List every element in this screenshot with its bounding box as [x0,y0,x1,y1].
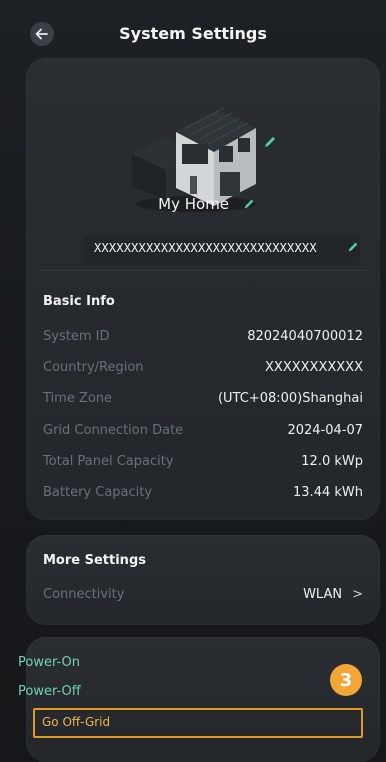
page-title: System Settings [119,24,267,43]
home-name-text: My Home [158,195,230,213]
connectivity-row[interactable]: Connectivity WLAN > [43,587,363,607]
more-settings-card: More Settings Connectivity WLAN > [26,535,380,625]
connectivity-label: Connectivity [43,587,125,602]
more-settings-title: More Settings [43,553,146,568]
power-off-button[interactable]: Power-Off [18,684,81,699]
chevron-right-icon: > [352,587,363,602]
basic-info-title: Basic Info [43,294,115,309]
row-label: Country/Region [43,360,144,375]
edit-name-icon[interactable] [242,197,256,211]
serial-number: XXXXXXXXXXXXXXXXXXXXXXXXXXXXXX [94,241,317,255]
row-label: Battery Capacity [43,485,153,500]
home-info-card: My Home XXXXXXXXXXXXXXXXXXXXXXXXXXXXXX B… [26,58,380,520]
home-name: My Home [26,195,380,213]
row-value: 12.0 kWp [301,454,363,469]
row-label: Grid Connection Date [43,423,184,438]
power-on-button[interactable]: Power-On [18,655,80,670]
row-value: 2024-04-07 [287,423,363,438]
connectivity-value-wrap: WLAN > [303,587,363,602]
divider [40,270,366,271]
info-row-system-id: System ID 82024040700012 [43,329,363,349]
row-value: (UTC+08:00)Shanghai [217,391,363,406]
info-row-battery-capacity: Battery Capacity 13.44 kWh [43,485,363,505]
info-row-panel-capacity: Total Panel Capacity 12.0 kWp [43,454,363,474]
info-row-grid-date: Grid Connection Date 2024-04-07 [43,423,363,443]
row-value: XXXXXXXXXXX [265,360,363,375]
row-label: Total Panel Capacity [43,454,174,469]
edit-serial-icon[interactable] [346,240,360,254]
row-value: 82024040700012 [247,329,363,344]
row-value: 13.44 kWh [293,485,363,500]
edit-house-icon[interactable] [262,134,278,150]
row-label: System ID [43,329,110,344]
row-label: Time Zone [43,391,113,406]
step-badge: 3 [330,664,362,696]
screen: System Settings My Home XXXXXXXXXXXXXXXX… [0,0,386,762]
connectivity-value: WLAN [303,587,343,602]
info-row-country: Country/Region XXXXXXXXXXX [43,360,363,380]
info-row-time-zone: Time Zone (UTC+08:00)Shanghai [43,391,363,411]
go-off-grid-button[interactable]: Go Off-Grid [42,715,110,729]
